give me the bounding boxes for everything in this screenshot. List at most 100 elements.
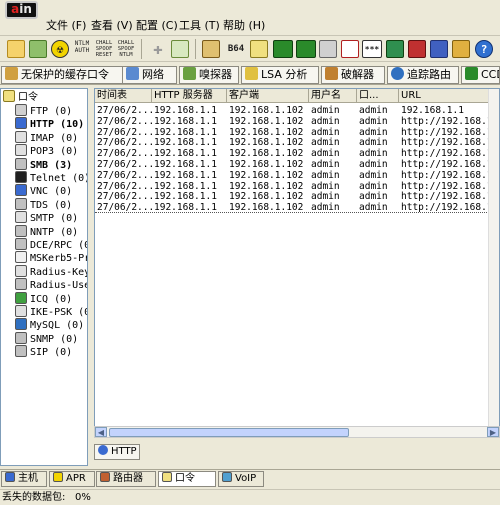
tab-cracker[interactable]: 破解器 [321, 66, 385, 84]
tree-item[interactable]: HTTP (10) [15, 117, 87, 130]
table-row[interactable]: 27/06/2... 192.168.1.1 192.168.1.102 admin a… [95, 148, 499, 159]
tree-item-label: Radius-Keys (0) [30, 266, 87, 278]
tree-item[interactable]: VNC (0) [15, 184, 87, 198]
table-row[interactable]: 27/06/2... 192.168.1.1 192.168.1.102 admin a… [95, 127, 499, 138]
table-row[interactable]: 27/06/2... 192.168.1.1 192.168.1.102 admin a… [95, 116, 499, 127]
table-cell: http://192.168.1.1/ [401, 202, 489, 214]
network-card-icon[interactable] [29, 40, 47, 58]
table-cell: 192.168.1.1 [154, 202, 217, 214]
tree-item[interactable]: SNMP (0) [15, 331, 87, 345]
tab-ccdu[interactable]: CCD [461, 66, 500, 84]
tree-item[interactable]: MSKerb5-PreAuth (0) [15, 251, 87, 264]
menu-file[interactable]: 文件 (F) [46, 19, 86, 33]
table-cell: admin [311, 191, 340, 203]
column-header-time[interactable]: 时间表 [95, 89, 152, 103]
tree-item[interactable]: Radius-Users (0) [15, 278, 87, 291]
table-row[interactable]: 27/06/2... 192.168.1.1 192.168.1.102 admin a… [95, 105, 499, 116]
tree-item[interactable]: Telnet (0) [15, 171, 87, 184]
menu-tools[interactable]: 工具 (T) [179, 19, 220, 33]
table-row[interactable]: 27/06/2... 192.168.1.1 192.168.1.102 admin a… [95, 159, 499, 170]
bottom-tab-0[interactable]: 主机 [1, 471, 47, 487]
traceroute-icon[interactable] [319, 40, 337, 58]
tree-item[interactable]: NNTP (0) [15, 224, 87, 238]
table-row[interactable]: 27/06/2... 192.168.1.1 192.168.1.102 admin a… [95, 137, 499, 149]
table-row[interactable]: 27/06/2... 192.168.1.1 192.168.1.102 admin a… [95, 180, 499, 192]
bottom-tab-1[interactable]: APR [49, 471, 95, 487]
table-row[interactable]: 27/06/2... 192.168.1.1 192.168.1.102 admin a… [95, 202, 499, 214]
key-icon[interactable] [250, 40, 268, 58]
add-icon[interactable]: ✚ [149, 40, 167, 58]
help-icon[interactable]: ? [475, 40, 493, 58]
column-header-client[interactable]: 客户端 [227, 89, 309, 103]
radiation-icon[interactable]: ☢ [51, 40, 69, 58]
table-row[interactable]: 27/06/2... 192.168.1.1 192.168.1.102 admin a… [95, 191, 499, 203]
tree-item-label: VNC (0) [30, 186, 73, 198]
ccdu-icon [465, 67, 478, 80]
vertical-scrollbar[interactable] [488, 89, 499, 437]
lsa-icon[interactable] [273, 40, 293, 58]
security-icon[interactable] [430, 40, 448, 58]
certificate-icon[interactable] [341, 40, 359, 58]
tab-network[interactable]: 网络 [122, 66, 177, 84]
tab-traceroute[interactable]: 追踪路由 [387, 66, 459, 84]
column-header-url[interactable]: URL [399, 89, 499, 103]
tree-item[interactable]: SMTP (0) [15, 211, 87, 224]
misc-icon[interactable] [452, 40, 470, 58]
decoder-icon[interactable] [202, 40, 220, 58]
horizontal-scrollbar[interactable]: ◀ ▶ [94, 426, 500, 438]
column-header-http-server[interactable]: HTTP 服务器 [152, 89, 227, 103]
bottom-tab-label: 路由器 [113, 473, 143, 484]
column-header-password[interactable]: 口... [357, 89, 399, 103]
tree-item[interactable]: SIP (0) [15, 345, 87, 358]
tree-item[interactable]: FTP (0) [15, 104, 87, 117]
tab-cached-passwords[interactable]: 无保护的缓存口令 [1, 66, 131, 84]
table-cell: 192.168.1.1 [154, 137, 217, 149]
menu-help[interactable]: 帮助 (H) [223, 19, 265, 33]
table-cell: admin [359, 202, 388, 214]
tree-item-label: SNMP (0) [30, 333, 79, 345]
column-header-username[interactable]: 用户名 [309, 89, 357, 103]
password-icon[interactable]: *** [362, 40, 382, 58]
tree-item[interactable]: POP3 (0) [15, 144, 87, 157]
scroll-left-icon[interactable]: ◀ [95, 427, 107, 437]
tree-item[interactable]: SMB (3) [15, 157, 87, 171]
menu-view[interactable]: 查看 (V) [91, 19, 133, 33]
challenge-spoof-reset-icon[interactable]: CHALL SPOOF RESET [94, 40, 114, 58]
tree-item[interactable]: ICQ (0) [15, 291, 87, 305]
vpn-icon[interactable] [296, 40, 316, 58]
tab-http[interactable]: HTTP [94, 444, 140, 460]
tree-item[interactable]: IKE-PSK (0) [15, 305, 87, 318]
tree-root[interactable]: 口令 [3, 90, 87, 103]
record-icon[interactable] [408, 40, 426, 58]
bottom-tab-4[interactable]: VoIP [218, 471, 264, 487]
table-row[interactable]: 27/06/2... 192.168.1.1 192.168.1.102 admin a… [95, 170, 499, 181]
scroll-thumb[interactable] [109, 428, 349, 437]
bottom-tab-2[interactable]: 路由器 [96, 471, 156, 487]
tab-lsa-analysis[interactable]: LSA 分析 [241, 66, 319, 84]
tree-item[interactable]: DCE/RPC (0) [15, 238, 87, 251]
menu-config[interactable]: 配置 (C) [136, 19, 178, 33]
table-cell: admin [359, 159, 388, 170]
tree-item[interactable]: Radius-Keys (0) [15, 264, 87, 278]
pane-splitter[interactable] [89, 88, 93, 466]
ntlm-auth-icon[interactable]: NTLM AUTH [71, 40, 93, 58]
scroll-right-icon[interactable]: ▶ [487, 427, 499, 437]
open-folder-icon[interactable] [7, 40, 25, 58]
protocol-icon [15, 291, 27, 304]
table-cell: 192.168.1.1 [154, 105, 217, 116]
table-cell: 192.168.1.102 [229, 105, 304, 116]
protocol-tree[interactable]: 口令 FTP (0) HTTP (10) IMAP (0) POP3 (0) SMB (3… [0, 88, 88, 466]
protocol-icon [15, 157, 27, 170]
tree-item[interactable]: MySQL (0) [15, 318, 87, 331]
table-cell: admin [359, 180, 388, 192]
tree-item[interactable]: TDS (0) [15, 197, 87, 211]
challenge-spoof-ntlm-icon[interactable]: CHALL SPOOF NTLM [116, 40, 136, 58]
table-cell: admin [359, 191, 388, 203]
tab-sniffer[interactable]: 嗅探器 [179, 66, 239, 84]
base64-icon[interactable]: B64 [227, 40, 245, 58]
table-cell: 192.168.1.102 [229, 159, 304, 170]
sniffer-icon[interactable] [171, 40, 189, 58]
bottom-tab-3[interactable]: 口令 [158, 471, 216, 487]
tree-item[interactable]: IMAP (0) [15, 130, 87, 144]
screen-icon[interactable] [386, 40, 404, 58]
